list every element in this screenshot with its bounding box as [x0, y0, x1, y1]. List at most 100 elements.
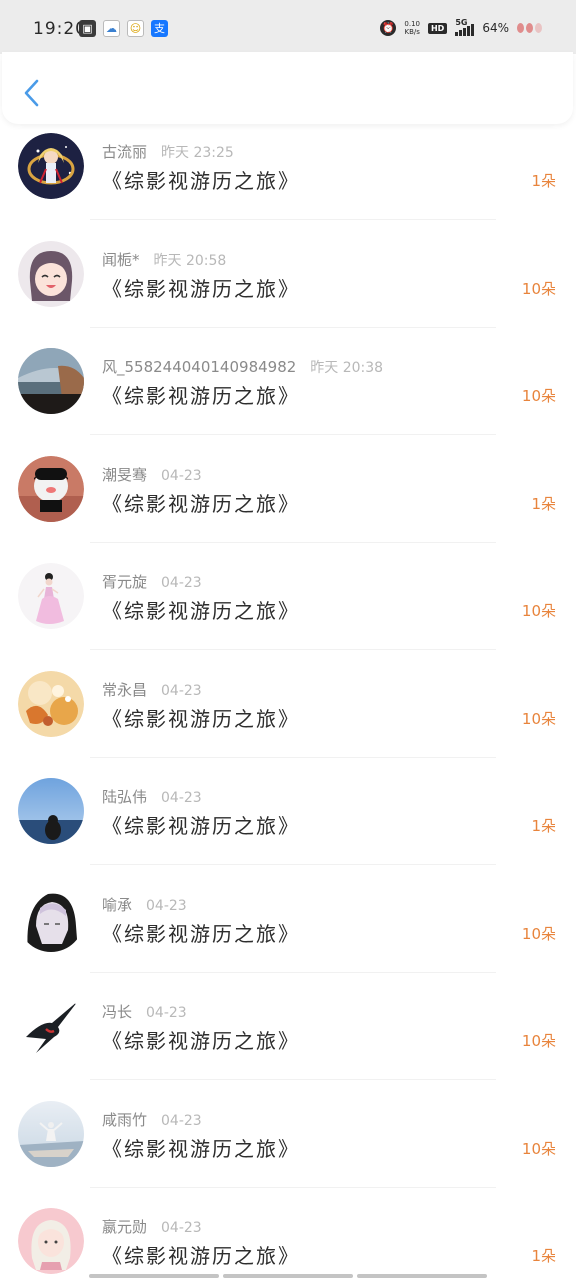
flower-count: 10朵	[521, 602, 556, 620]
work-title[interactable]: 《综影视游历之旅》	[102, 273, 300, 302]
hd-badge: HD	[427, 22, 448, 34]
user-avatar[interactable]	[18, 348, 84, 414]
gift-row[interactable]: 闻栀* 昨天 20:58 《综影视游历之旅》 10朵	[0, 232, 576, 340]
user-name-line: 喻承 04-23	[102, 894, 187, 915]
work-title[interactable]: 《综影视游历之旅》	[102, 918, 300, 947]
face-app-icon: ☺	[127, 20, 144, 37]
status-bar: 19:20 ▣ ☁ ☺ 支 ⏰ 0.10 KB/s HD 5G 64%	[0, 0, 576, 54]
work-title[interactable]: 《综影视游历之旅》	[102, 380, 300, 409]
row-divider	[90, 541, 496, 543]
user-name[interactable]: 嬴元勋	[102, 1218, 147, 1236]
work-title[interactable]: 《综影视游历之旅》	[102, 1133, 300, 1162]
row-divider	[90, 649, 496, 650]
flower-count: 10朵	[521, 1032, 556, 1050]
work-title[interactable]: 《综影视游历之旅》	[102, 810, 300, 839]
user-name[interactable]: 陆弘伟	[102, 788, 147, 806]
user-name-line: 冯长 04-23	[102, 1001, 187, 1022]
gift-row[interactable]: 冯长 04-23 《综影视游历之旅》 10朵	[0, 984, 576, 1092]
row-divider	[90, 434, 496, 435]
flower-count: 1朵	[531, 172, 556, 190]
user-name[interactable]: 闻栀*	[102, 251, 140, 269]
status-right: ⏰ 0.10 KB/s HD 5G 64%	[380, 18, 542, 36]
user-name[interactable]: 潮旻骞	[102, 466, 147, 484]
user-avatar[interactable]	[18, 455, 84, 522]
battery-level: 64%	[482, 21, 509, 35]
flower-count: 10朵	[521, 924, 556, 943]
user-name-line: 闻栀* 昨天 20:58	[102, 249, 226, 270]
gift-row[interactable]: 喻承 04-23 《综影视游历之旅》 10朵	[0, 877, 576, 985]
gift-time: 04-23	[146, 897, 187, 914]
row-divider	[90, 326, 496, 328]
user-avatar[interactable]	[18, 1100, 84, 1167]
notification-icons: ▣ ☁ ☺ 支	[79, 20, 168, 37]
flower-count: 1朵	[531, 817, 556, 835]
gift-time: 昨天 20:38	[310, 360, 384, 376]
gift-row[interactable]: 风_558244040140984982 昨天 20:38 《综影视游历之旅》 10朵	[0, 339, 576, 447]
signal-icon: 5G	[455, 18, 475, 36]
flower-count: 10朵	[521, 387, 556, 405]
user-name-line: 咸雨竹 04-23	[102, 1109, 202, 1130]
row-divider	[90, 971, 496, 973]
gift-row[interactable]: 古流丽 昨天 23:25 《综影视游历之旅》 1朵	[0, 124, 576, 232]
gift-time: 04-23	[161, 1220, 202, 1236]
user-name[interactable]: 咸雨竹	[102, 1111, 147, 1129]
user-avatar[interactable]	[18, 993, 84, 1059]
gift-time: 04-23	[161, 682, 202, 699]
user-avatar[interactable]	[18, 885, 84, 952]
user-name[interactable]: 风_558244040140984982	[102, 358, 296, 376]
gift-row[interactable]: 常永昌 04-23 《综影视游历之旅》 10朵	[0, 662, 576, 770]
gift-time: 04-23	[146, 1005, 187, 1021]
user-avatar[interactable]	[18, 240, 84, 307]
user-avatar[interactable]	[18, 778, 84, 844]
user-name-line: 嬴元勋 04-23	[102, 1216, 202, 1237]
network-speed-unit: KB/s	[404, 28, 420, 36]
user-name-line: 常永昌 04-23	[102, 679, 202, 700]
user-name-line: 风_558244040140984982 昨天 20:38	[102, 356, 383, 377]
user-name-line: 潮旻骞 04-23	[102, 464, 202, 485]
row-divider	[90, 1079, 496, 1080]
user-name-line: 陆弘伟 04-23	[102, 786, 202, 807]
flower-count: 10朵	[521, 1139, 556, 1158]
user-name[interactable]: 冯长	[102, 1003, 132, 1021]
user-name-line: 胥元旋 04-23	[102, 571, 202, 592]
user-name[interactable]: 常永昌	[102, 681, 147, 699]
network-speed: 0.10 KB/s	[404, 20, 420, 36]
alarm-icon: ⏰	[380, 20, 397, 36]
network-type: 5G	[455, 18, 468, 27]
work-title[interactable]: 《综影视游历之旅》	[102, 595, 300, 624]
gift-time: 昨天 20:58	[153, 252, 227, 269]
row-divider	[90, 864, 496, 865]
gift-time: 04-23	[161, 467, 202, 484]
user-avatar[interactable]	[18, 133, 84, 199]
row-divider	[90, 756, 496, 758]
work-title[interactable]: 《综影视游历之旅》	[102, 703, 300, 732]
flower-count: 10朵	[521, 279, 556, 298]
gift-row[interactable]: 潮旻骞 04-23 《综影视游历之旅》 1朵	[0, 447, 576, 555]
user-name[interactable]: 喻承	[102, 896, 132, 914]
network-speed-value: 0.10	[404, 20, 420, 28]
gift-time: 昨天 23:25	[161, 145, 234, 161]
alipay-app-icon: 支	[151, 20, 168, 37]
battery-icon	[517, 23, 542, 33]
row-divider	[90, 219, 496, 220]
gift-time: 04-23	[161, 575, 202, 591]
work-title[interactable]: 《综影视游历之旅》	[102, 1240, 300, 1269]
gift-time: 04-23	[161, 790, 202, 806]
row-divider	[90, 1186, 496, 1188]
user-avatar[interactable]	[18, 1208, 84, 1274]
user-avatar[interactable]	[18, 563, 84, 629]
user-name[interactable]: 胥元旋	[102, 573, 147, 591]
gift-list: 古流丽 昨天 23:25 《综影视游历之旅》 1朵 闻栀* 昨天 20:58 《综影视游历之…	[0, 124, 576, 1280]
user-name-line: 古流丽 昨天 23:25	[102, 141, 234, 162]
work-title[interactable]: 《综影视游历之旅》	[102, 488, 300, 517]
gift-row[interactable]: 陆弘伟 04-23 《综影视游历之旅》 1朵	[0, 769, 576, 877]
user-avatar[interactable]	[18, 670, 84, 737]
user-name[interactable]: 古流丽	[102, 143, 147, 161]
gift-row[interactable]: 胥元旋 04-23 《综影视游历之旅》 10朵	[0, 554, 576, 662]
work-title[interactable]: 《综影视游历之旅》	[102, 1025, 300, 1054]
gift-row[interactable]: 嬴元勋 04-23 《综影视游历之旅》 1朵	[0, 1199, 576, 1280]
chevron-left-icon	[24, 79, 39, 107]
back-button[interactable]	[20, 78, 44, 108]
gift-row[interactable]: 咸雨竹 04-23 《综影视游历之旅》 10朵	[0, 1092, 576, 1200]
work-title[interactable]: 《综影视游历之旅》	[102, 165, 300, 194]
